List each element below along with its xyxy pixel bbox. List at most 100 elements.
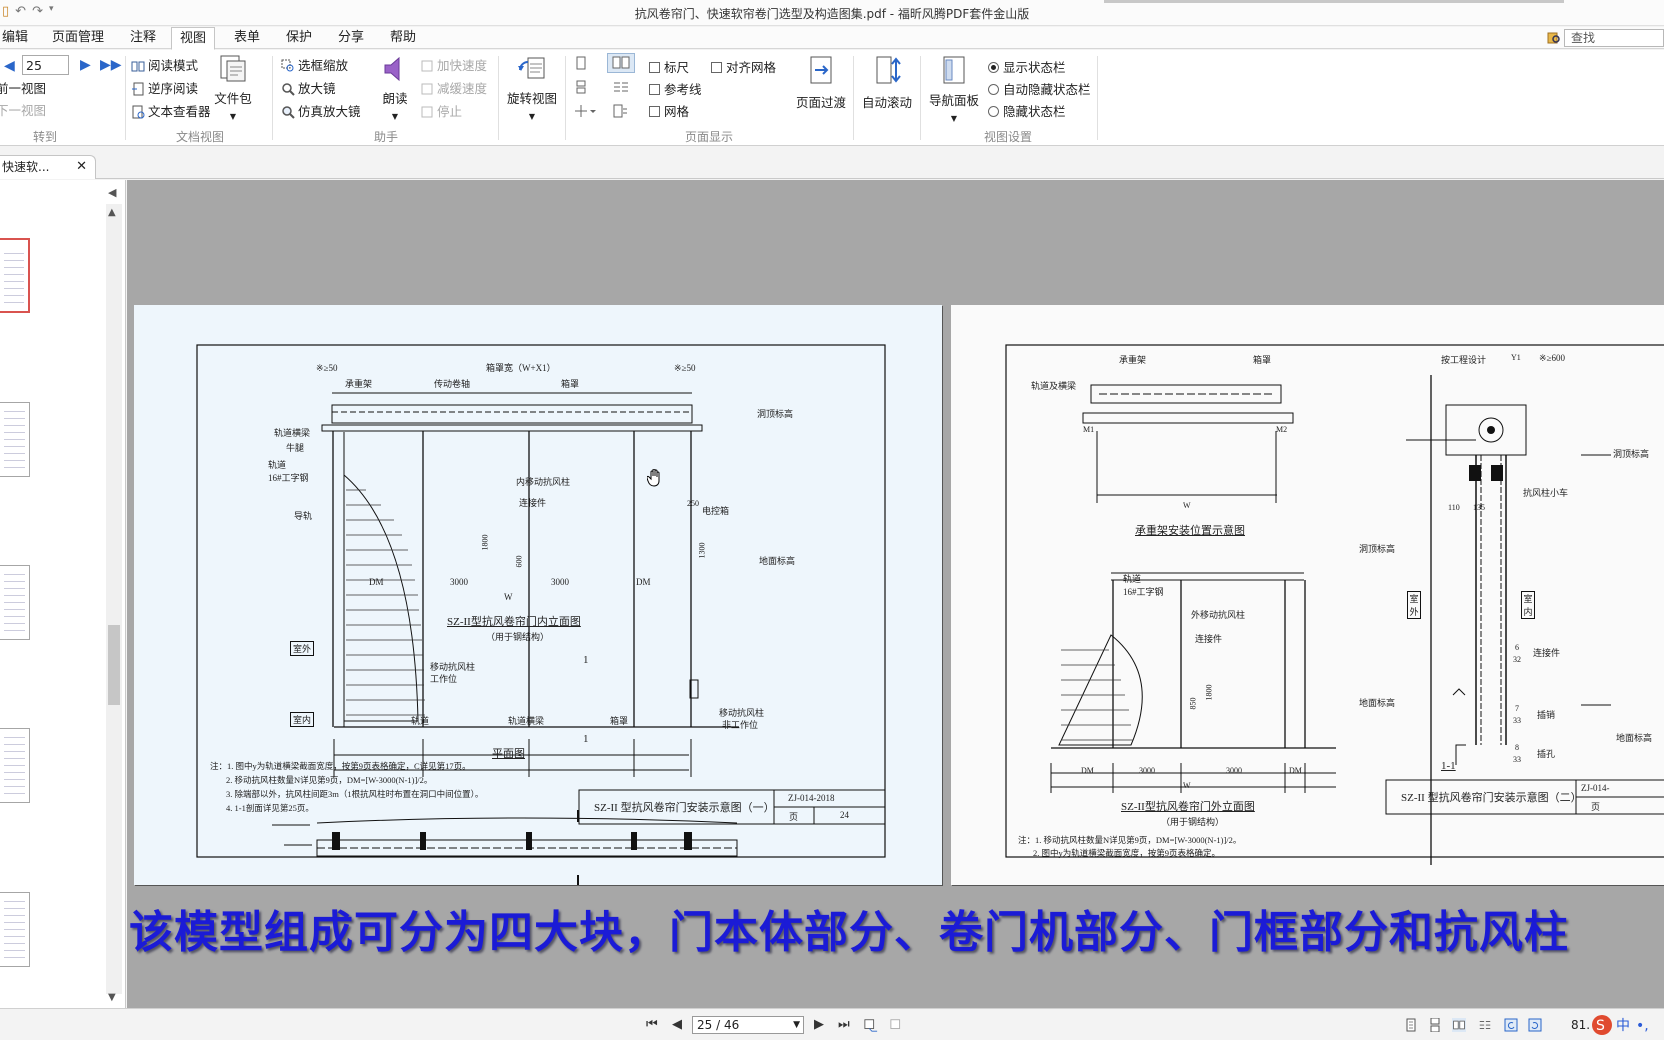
show-status-radio-dot[interactable]	[988, 62, 999, 73]
left-note-1: 注：1. 图中y为轨道横梁截面宽度，按第9页表格确定，C详见第17页。	[210, 761, 471, 771]
facing-mode-icon[interactable]	[1452, 1018, 1466, 1032]
auto-scroll-button[interactable]: 自动滚动	[859, 54, 915, 111]
split-view-icon[interactable]	[574, 104, 596, 118]
slow-down-button[interactable]: 减缓速度	[420, 78, 487, 97]
page-number-input[interactable]: 25	[22, 55, 69, 75]
page-selector-dropdown-icon[interactable]: ▼	[793, 1017, 800, 1033]
single-page-mode-icon[interactable]	[1404, 1018, 1418, 1032]
reverse-page-icon	[132, 82, 144, 96]
previous-page-icon[interactable]: ◀	[672, 1017, 682, 1032]
inner-post-label: 内移动抗风柱	[516, 477, 571, 487]
magnifier-button[interactable]: 放大镜	[281, 78, 336, 97]
rotate-view-dropdown-icon[interactable]: ▼	[529, 112, 535, 121]
marquee-zoom-label: 选框缩放	[298, 58, 349, 73]
rp-w-dim-2: W	[1183, 781, 1191, 790]
page-thumbnail[interactable]	[0, 238, 30, 313]
first-page-icon[interactable]: ⏮	[646, 1017, 658, 1032]
marquee-zoom-button[interactable]: 选框缩放	[281, 55, 348, 74]
thumbnail-scrollbar[interactable]	[106, 204, 122, 994]
pdf-page-24[interactable]: 箱罩宽（W+X1） ※≥50 ※≥50 承重架 传动卷轴 箱罩 洞顶标高 轨道横…	[134, 305, 942, 885]
ime-toolbar-icon[interactable]: S 中 •,	[1590, 1013, 1664, 1037]
menu-help[interactable]: 帮助	[382, 27, 424, 49]
left-title-block: SZ-II 型抗风卷帘门安装示意图（一）	[594, 802, 775, 814]
stop-button[interactable]: 停止	[420, 101, 462, 120]
zoom-level[interactable]: 81.	[1571, 1018, 1590, 1032]
rotate-view-icon	[518, 57, 545, 79]
menu-view[interactable]: 视图	[171, 27, 216, 50]
drive-shaft-label: 传动卷轴	[434, 379, 471, 389]
rp-hole-label: 插孔	[1537, 749, 1556, 759]
page-thumbnail[interactable]	[0, 728, 30, 803]
search-input[interactable]: 查找	[1564, 29, 1664, 47]
read-aloud-button[interactable]: 朗读 ▼	[377, 54, 413, 122]
guides-check-box[interactable]	[649, 84, 660, 95]
next-view-button[interactable]: 下一视图	[0, 100, 46, 119]
prev-page-icon[interactable]: ◀	[4, 58, 15, 74]
document-view[interactable]: 箱罩宽（W+X1） ※≥50 ※≥50 承重架 传动卷轴 箱罩 洞顶标高 轨道横…	[127, 180, 1664, 1008]
menu-protect[interactable]: 保护	[278, 27, 320, 49]
rotate-view-button[interactable]: 旋转视图 ▼	[505, 54, 559, 122]
text-viewer-button[interactable]: 文本查看器	[131, 101, 211, 120]
facing-page-button[interactable]	[607, 53, 635, 73]
page-thumbnail[interactable]	[0, 892, 30, 967]
reverse-reading-button[interactable]: 逆序阅读	[131, 78, 198, 97]
next-view-icon[interactable]	[890, 1018, 904, 1032]
align-grid-check-box[interactable]	[711, 62, 722, 73]
single-page-icon[interactable]	[574, 56, 588, 70]
cover-page-icon[interactable]	[612, 104, 628, 118]
continuous-facing-mode-icon[interactable]	[1478, 1018, 1492, 1032]
menu-page-management[interactable]: 页面管理	[44, 27, 112, 49]
menu-annotate[interactable]: 注释	[122, 27, 164, 49]
loupe-button[interactable]: 仿真放大镜	[281, 101, 361, 120]
ruler-checkbox[interactable]: 标尺	[649, 57, 689, 76]
auto-hide-status-radio[interactable]: 自动隐藏状态栏	[988, 79, 1091, 98]
next-page-icon[interactable]: ▶	[80, 57, 91, 73]
ruler-check-box[interactable]	[649, 62, 660, 73]
nav-panel-button[interactable]: 导航面板 ▼	[926, 54, 982, 124]
align-grid-checkbox[interactable]: 对齐网格	[711, 57, 776, 76]
close-tab-icon[interactable]: ✕	[76, 156, 87, 178]
speed-up-button[interactable]: 加快速度	[420, 55, 487, 74]
continuous-facing-icon[interactable]	[612, 80, 630, 94]
read-aloud-dropdown-icon[interactable]: ▼	[392, 112, 398, 121]
guides-checkbox[interactable]: 参考线	[649, 79, 702, 98]
next-page-icon[interactable]: ▶	[814, 1017, 824, 1032]
scroll-up-icon[interactable]: ▲	[108, 207, 116, 218]
dim-w: W	[504, 592, 513, 602]
scroll-down-icon[interactable]: ▼	[108, 992, 116, 1003]
grid-checkbox[interactable]: 网格	[649, 101, 689, 120]
prev-view-button[interactable]: 前一视图	[0, 78, 46, 97]
hide-status-radio[interactable]: 隐藏状态栏	[988, 101, 1066, 120]
auto-hide-status-radio-dot[interactable]	[988, 84, 999, 95]
menu-share[interactable]: 分享	[330, 27, 372, 49]
reading-mode-button[interactable]: 阅读模式	[131, 55, 198, 74]
page-thumbnail[interactable]	[0, 565, 30, 640]
nav-panel-dropdown-icon[interactable]: ▼	[951, 114, 957, 123]
previous-view-icon[interactable]	[864, 1018, 878, 1032]
file-package-dropdown-icon[interactable]: ▼	[230, 112, 236, 121]
rp-dim-1800: 1800	[1204, 684, 1214, 701]
menu-form[interactable]: 表单	[226, 27, 268, 49]
collapse-panel-icon[interactable]: ◀	[108, 186, 116, 199]
rotate-left-icon[interactable]	[1504, 1018, 1518, 1032]
thumbnail-content	[4, 901, 25, 958]
menu-edit[interactable]: 编辑	[0, 27, 36, 49]
show-status-radio[interactable]: 显示状态栏	[988, 57, 1066, 76]
document-tab[interactable]: 快速软... ✕	[0, 155, 96, 179]
page-transition-button[interactable]: 页面过渡	[793, 54, 849, 111]
thumbnail-content	[4, 737, 25, 794]
search-icon[interactable]	[1547, 31, 1561, 45]
page-thumbnail[interactable]	[0, 402, 30, 477]
scrollbar-thumb[interactable]	[108, 625, 120, 705]
file-package-button[interactable]: 文件包 ▼	[213, 54, 253, 122]
page-selector[interactable]: 25 / 46 ▼	[692, 1016, 804, 1034]
left-note-2: 2. 移动抗风柱数量N详见第9页，DM=[W-3000(N-1)]/2。	[226, 775, 433, 785]
rotate-right-icon[interactable]	[1528, 1018, 1542, 1032]
pdf-page-25[interactable]: 承重架 箱罩 轨道及横梁 M1 M2 W 承重架安装位置示意图 洞顶标高 轨道 …	[951, 305, 1664, 885]
continuous-page-icon[interactable]	[574, 80, 588, 94]
hide-status-radio-dot[interactable]	[988, 106, 999, 117]
grid-check-box[interactable]	[649, 106, 660, 117]
last-page-icon[interactable]: ▶▶	[100, 57, 122, 73]
last-page-icon[interactable]: ⏭	[838, 1017, 850, 1032]
continuous-mode-icon[interactable]	[1428, 1018, 1442, 1032]
